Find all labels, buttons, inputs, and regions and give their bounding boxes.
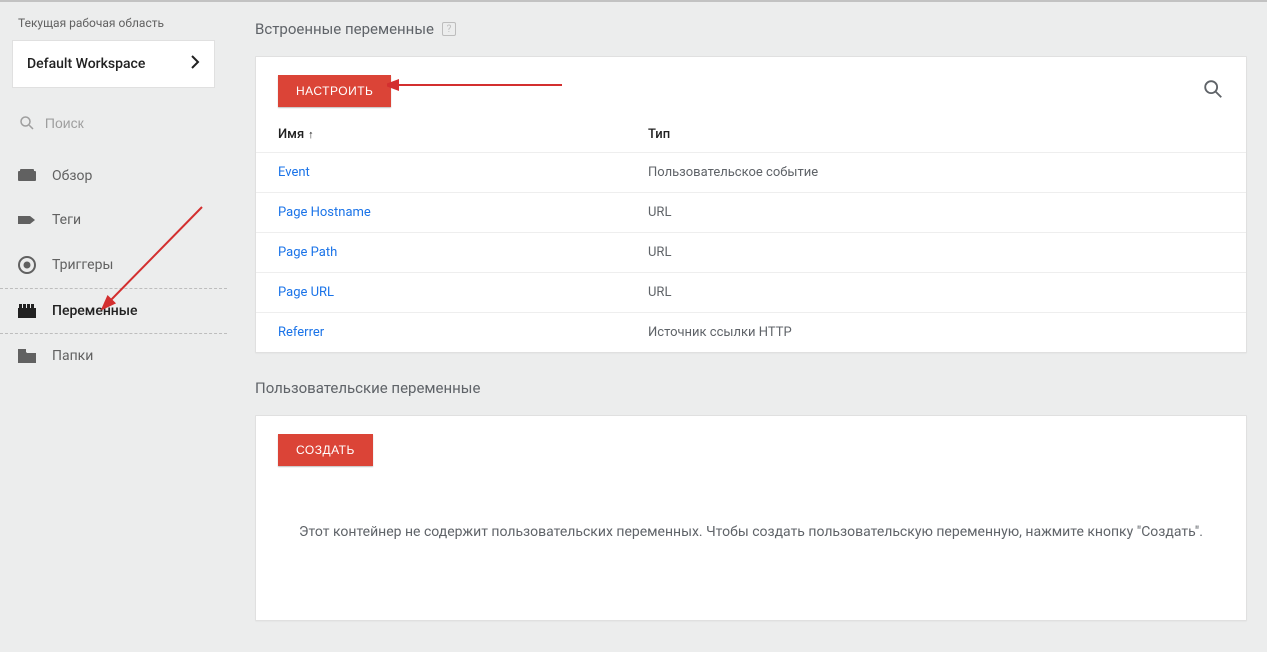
nav-item-folders[interactable]: Папки bbox=[0, 334, 227, 378]
table-row: Page Path URL bbox=[256, 233, 1246, 273]
row-name-link[interactable]: Page Hostname bbox=[278, 205, 371, 220]
row-type: Пользовательское событие bbox=[648, 165, 1224, 180]
create-button[interactable]: СОЗДАТЬ bbox=[278, 434, 373, 466]
row-type: URL bbox=[648, 285, 1224, 300]
row-type: Источник ссылки HTTP bbox=[648, 325, 1224, 340]
nav-label: Переменные bbox=[52, 303, 138, 319]
row-name-link[interactable]: Page Path bbox=[278, 245, 337, 260]
row-type: URL bbox=[648, 205, 1224, 220]
workspace-label: Текущая рабочая область bbox=[0, 2, 227, 34]
table-head: Имя ↑ Тип bbox=[256, 117, 1246, 153]
trigger-icon bbox=[18, 256, 40, 274]
nav-label: Триггеры bbox=[52, 257, 113, 273]
row-name-link[interactable]: Referrer bbox=[278, 325, 324, 340]
col-type-label: Тип bbox=[648, 127, 670, 142]
dashboard-icon bbox=[18, 169, 40, 183]
builtin-heading: Встроенные переменные ? bbox=[255, 20, 1247, 38]
col-name-header[interactable]: Имя ↑ bbox=[278, 127, 648, 142]
custom-heading-text: Пользовательские переменные bbox=[255, 379, 480, 397]
nav-label: Обзор bbox=[52, 168, 92, 184]
nav-item-overview[interactable]: Обзор bbox=[0, 154, 227, 198]
sidebar: Текущая рабочая область Default Workspac… bbox=[0, 2, 227, 652]
table-row: Page Hostname URL bbox=[256, 193, 1246, 233]
variables-icon bbox=[18, 304, 40, 318]
folder-icon bbox=[18, 349, 40, 363]
row-name-link[interactable]: Event bbox=[278, 165, 310, 180]
main: Встроенные переменные ? НАСТРОИТЬ Имя ↑ … bbox=[227, 2, 1267, 652]
chevron-right-icon bbox=[190, 55, 200, 73]
nav: Обзор Теги Триггеры Переменные bbox=[0, 154, 227, 378]
custom-heading: Пользовательские переменные bbox=[255, 379, 1247, 397]
workspace-selector[interactable]: Default Workspace bbox=[12, 40, 215, 88]
col-type-header[interactable]: Тип bbox=[648, 127, 1224, 142]
help-icon[interactable]: ? bbox=[442, 22, 456, 36]
row-type: URL bbox=[648, 245, 1224, 260]
row-name-link[interactable]: Page URL bbox=[278, 285, 334, 300]
table-row: Referrer Источник ссылки HTTP bbox=[256, 313, 1246, 352]
custom-empty-message: Этот контейнер не содержит пользовательс… bbox=[256, 484, 1246, 620]
builtin-heading-text: Встроенные переменные bbox=[255, 20, 434, 38]
nav-item-variables[interactable]: Переменные bbox=[0, 288, 227, 334]
table-row: Event Пользовательское событие bbox=[256, 153, 1246, 193]
col-name-label: Имя bbox=[278, 127, 304, 142]
panel-search-icon[interactable] bbox=[1202, 78, 1224, 104]
sort-asc-icon: ↑ bbox=[308, 128, 314, 141]
nav-item-tags[interactable]: Теги bbox=[0, 198, 227, 242]
builtin-panel: НАСТРОИТЬ Имя ↑ Тип Event Пользовательск… bbox=[255, 56, 1247, 353]
search-row[interactable] bbox=[0, 100, 227, 146]
search-input[interactable] bbox=[45, 115, 209, 131]
configure-button[interactable]: НАСТРОИТЬ bbox=[278, 75, 391, 107]
nav-label: Теги bbox=[52, 212, 81, 228]
search-icon bbox=[18, 114, 37, 132]
nav-label: Папки bbox=[52, 348, 93, 364]
custom-panel: СОЗДАТЬ Этот контейнер не содержит польз… bbox=[255, 415, 1247, 621]
table-row: Page URL URL bbox=[256, 273, 1246, 313]
workspace-name: Default Workspace bbox=[27, 56, 145, 72]
tag-icon bbox=[18, 213, 40, 227]
nav-item-triggers[interactable]: Триггеры bbox=[0, 242, 227, 288]
